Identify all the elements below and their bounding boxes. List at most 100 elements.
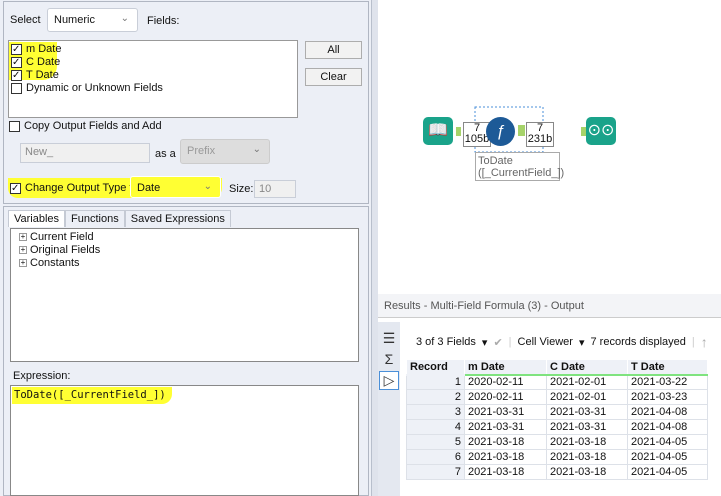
field-item[interactable]: m Date bbox=[11, 43, 163, 56]
checkbox[interactable] bbox=[11, 69, 22, 81]
table-cell[interactable]: 2021-03-31 bbox=[464, 419, 547, 435]
tree-item[interactable]: + Current Field bbox=[19, 231, 350, 244]
chevron-down-icon: ⌄ bbox=[203, 181, 212, 192]
list-icon[interactable]: ☰ bbox=[378, 330, 400, 347]
table-cell[interactable]: 2021-03-18 bbox=[464, 464, 547, 480]
sigma-icon[interactable]: Σ bbox=[378, 351, 400, 367]
cell-viewer-selector[interactable]: Cell Viewer bbox=[518, 336, 573, 348]
input-data-tool-icon[interactable]: 📖 bbox=[423, 117, 453, 145]
table-cell[interactable]: 2 bbox=[406, 389, 465, 405]
prefix-input[interactable]: New_ bbox=[20, 143, 150, 163]
divider: | bbox=[691, 336, 695, 348]
expression-label: Expression: bbox=[13, 370, 71, 382]
annotation-line: ([_CurrentField_]) bbox=[478, 167, 565, 179]
tree-label: Current Field bbox=[30, 231, 94, 243]
field-item[interactable]: C Date bbox=[11, 56, 163, 69]
fields-selector[interactable]: 3 of 3 Fields bbox=[416, 336, 476, 348]
column-header[interactable]: C Date bbox=[546, 359, 628, 376]
expand-icon[interactable]: + bbox=[19, 246, 27, 255]
table-cell[interactable]: 2021-04-05 bbox=[627, 449, 708, 465]
table-row: 2 2020-02-11 2021-02-01 2021-03-23 bbox=[406, 389, 708, 405]
table-cell[interactable]: 1 bbox=[406, 374, 465, 390]
table-cell[interactable]: 2021-03-31 bbox=[546, 419, 628, 435]
table-cell[interactable]: 2021-03-18 bbox=[546, 449, 628, 465]
checkbox[interactable] bbox=[11, 82, 22, 94]
table-cell[interactable]: 4 bbox=[406, 419, 465, 435]
tab-functions[interactable]: Functions bbox=[65, 210, 125, 227]
chevron-down-icon[interactable]: ▾ bbox=[579, 336, 585, 349]
fields-listbox[interactable]: m DateC DateT DateDynamic or Unknown Fie… bbox=[8, 40, 298, 118]
copy-output-checkbox[interactable]: Copy Output Fields and Add bbox=[9, 120, 162, 132]
field-label: Dynamic or Unknown Fields bbox=[26, 82, 163, 94]
change-output-type-label: Change Output Type to bbox=[25, 182, 139, 194]
field-label: T Date bbox=[26, 69, 59, 81]
table-cell[interactable]: 5 bbox=[406, 434, 465, 450]
prefix-dropdown[interactable]: Prefix ⌄ bbox=[180, 139, 270, 164]
field-item[interactable]: T Date bbox=[11, 69, 163, 82]
prefix-value: Prefix bbox=[187, 145, 216, 157]
tree-item[interactable]: + Constants bbox=[19, 257, 350, 270]
checkbox[interactable] bbox=[11, 56, 22, 68]
tag-icon[interactable]: ▷ bbox=[379, 371, 399, 390]
table-cell[interactable]: 2021-04-08 bbox=[627, 404, 708, 420]
all-button[interactable]: All bbox=[305, 41, 362, 59]
table-cell[interactable]: 2021-03-31 bbox=[464, 404, 547, 420]
expand-icon[interactable]: + bbox=[19, 233, 27, 242]
tree-label: Constants bbox=[30, 257, 80, 269]
tree-label: Original Fields bbox=[30, 244, 101, 256]
table-cell[interactable]: 2021-02-01 bbox=[546, 389, 628, 405]
table-cell[interactable]: 2020-02-11 bbox=[464, 374, 547, 390]
table-row: 3 2021-03-31 2021-03-31 2021-04-08 bbox=[406, 404, 708, 420]
field-label: m Date bbox=[26, 43, 62, 55]
chevron-down-icon[interactable]: ▾ bbox=[482, 336, 488, 349]
copy-output-label: Copy Output Fields and Add bbox=[24, 120, 162, 132]
size-label: Size: bbox=[229, 183, 254, 195]
table-cell[interactable]: 2021-03-18 bbox=[546, 434, 628, 450]
tab-saved-expressions[interactable]: Saved Expressions bbox=[124, 210, 231, 227]
output-record-count: 7 231b bbox=[526, 122, 554, 147]
select-label: Select bbox=[10, 14, 41, 26]
table-cell[interactable]: 2021-03-18 bbox=[464, 449, 547, 465]
column-header[interactable]: T Date bbox=[627, 359, 708, 376]
table-cell[interactable]: 6 bbox=[406, 449, 465, 465]
table-cell[interactable]: 3 bbox=[406, 404, 465, 420]
multi-field-formula-tool-icon[interactable]: ƒ bbox=[486, 117, 515, 146]
change-output-type-checkbox[interactable]: Change Output Type to bbox=[10, 182, 139, 194]
checkbox[interactable] bbox=[10, 182, 21, 194]
clear-button[interactable]: Clear bbox=[305, 68, 362, 86]
config-panel: Select Numeric ⌄ Fields: m DateC DateT Da… bbox=[0, 0, 372, 496]
table-cell[interactable]: 7 bbox=[406, 464, 465, 480]
checkbox[interactable] bbox=[9, 120, 20, 132]
checkmark-icon[interactable]: ✔ bbox=[493, 336, 502, 349]
expression-text[interactable]: ToDate([_CurrentField_]) bbox=[12, 387, 172, 404]
field-item[interactable]: Dynamic or Unknown Fields bbox=[11, 82, 163, 95]
output-type-dropdown[interactable]: Date ⌄ bbox=[130, 176, 221, 198]
table-cell[interactable]: 2021-04-08 bbox=[627, 419, 708, 435]
column-header[interactable]: m Date bbox=[464, 359, 547, 376]
table-cell[interactable]: 2021-04-05 bbox=[627, 434, 708, 450]
table-cell[interactable]: 2021-03-31 bbox=[546, 404, 628, 420]
workflow-canvas[interactable]: 📖 7 105b ƒ 7 231b ⊙⊙ ToDate ([_CurrentField… bbox=[378, 0, 721, 290]
checkbox[interactable] bbox=[11, 43, 22, 55]
column-header[interactable]: Record bbox=[406, 359, 465, 376]
table-cell[interactable]: 2021-02-01 bbox=[546, 374, 628, 390]
table-cell[interactable]: 2021-03-18 bbox=[464, 434, 547, 450]
expression-editor[interactable]: ToDate([_CurrentField_]) bbox=[10, 385, 359, 496]
table-cell[interactable]: 2021-03-22 bbox=[627, 374, 708, 390]
output-type-value: Date bbox=[137, 182, 161, 194]
table-row: 7 2021-03-18 2021-03-18 2021-04-05 bbox=[406, 464, 708, 480]
tab-variables[interactable]: Variables bbox=[8, 210, 66, 227]
table-cell[interactable]: 2021-03-23 bbox=[627, 389, 708, 405]
table-cell[interactable]: 2020-02-11 bbox=[464, 389, 547, 405]
up-arrow-icon[interactable]: ↑ bbox=[701, 334, 708, 350]
table-cell[interactable]: 2021-03-18 bbox=[546, 464, 628, 480]
expand-icon[interactable]: + bbox=[19, 259, 27, 268]
tree-item[interactable]: + Original Fields bbox=[19, 244, 350, 257]
anchor bbox=[518, 125, 525, 136]
select-type-dropdown[interactable]: Numeric ⌄ bbox=[47, 8, 138, 32]
variables-tree: + Current Field + Original Fields + Constants bbox=[10, 228, 359, 362]
table-cell[interactable]: 2021-04-05 bbox=[627, 464, 708, 480]
size-input[interactable]: 10 bbox=[254, 180, 296, 198]
records-displayed: 7 records displayed bbox=[590, 336, 686, 348]
browse-tool-binoculars-icon[interactable]: ⊙⊙ bbox=[586, 117, 616, 145]
